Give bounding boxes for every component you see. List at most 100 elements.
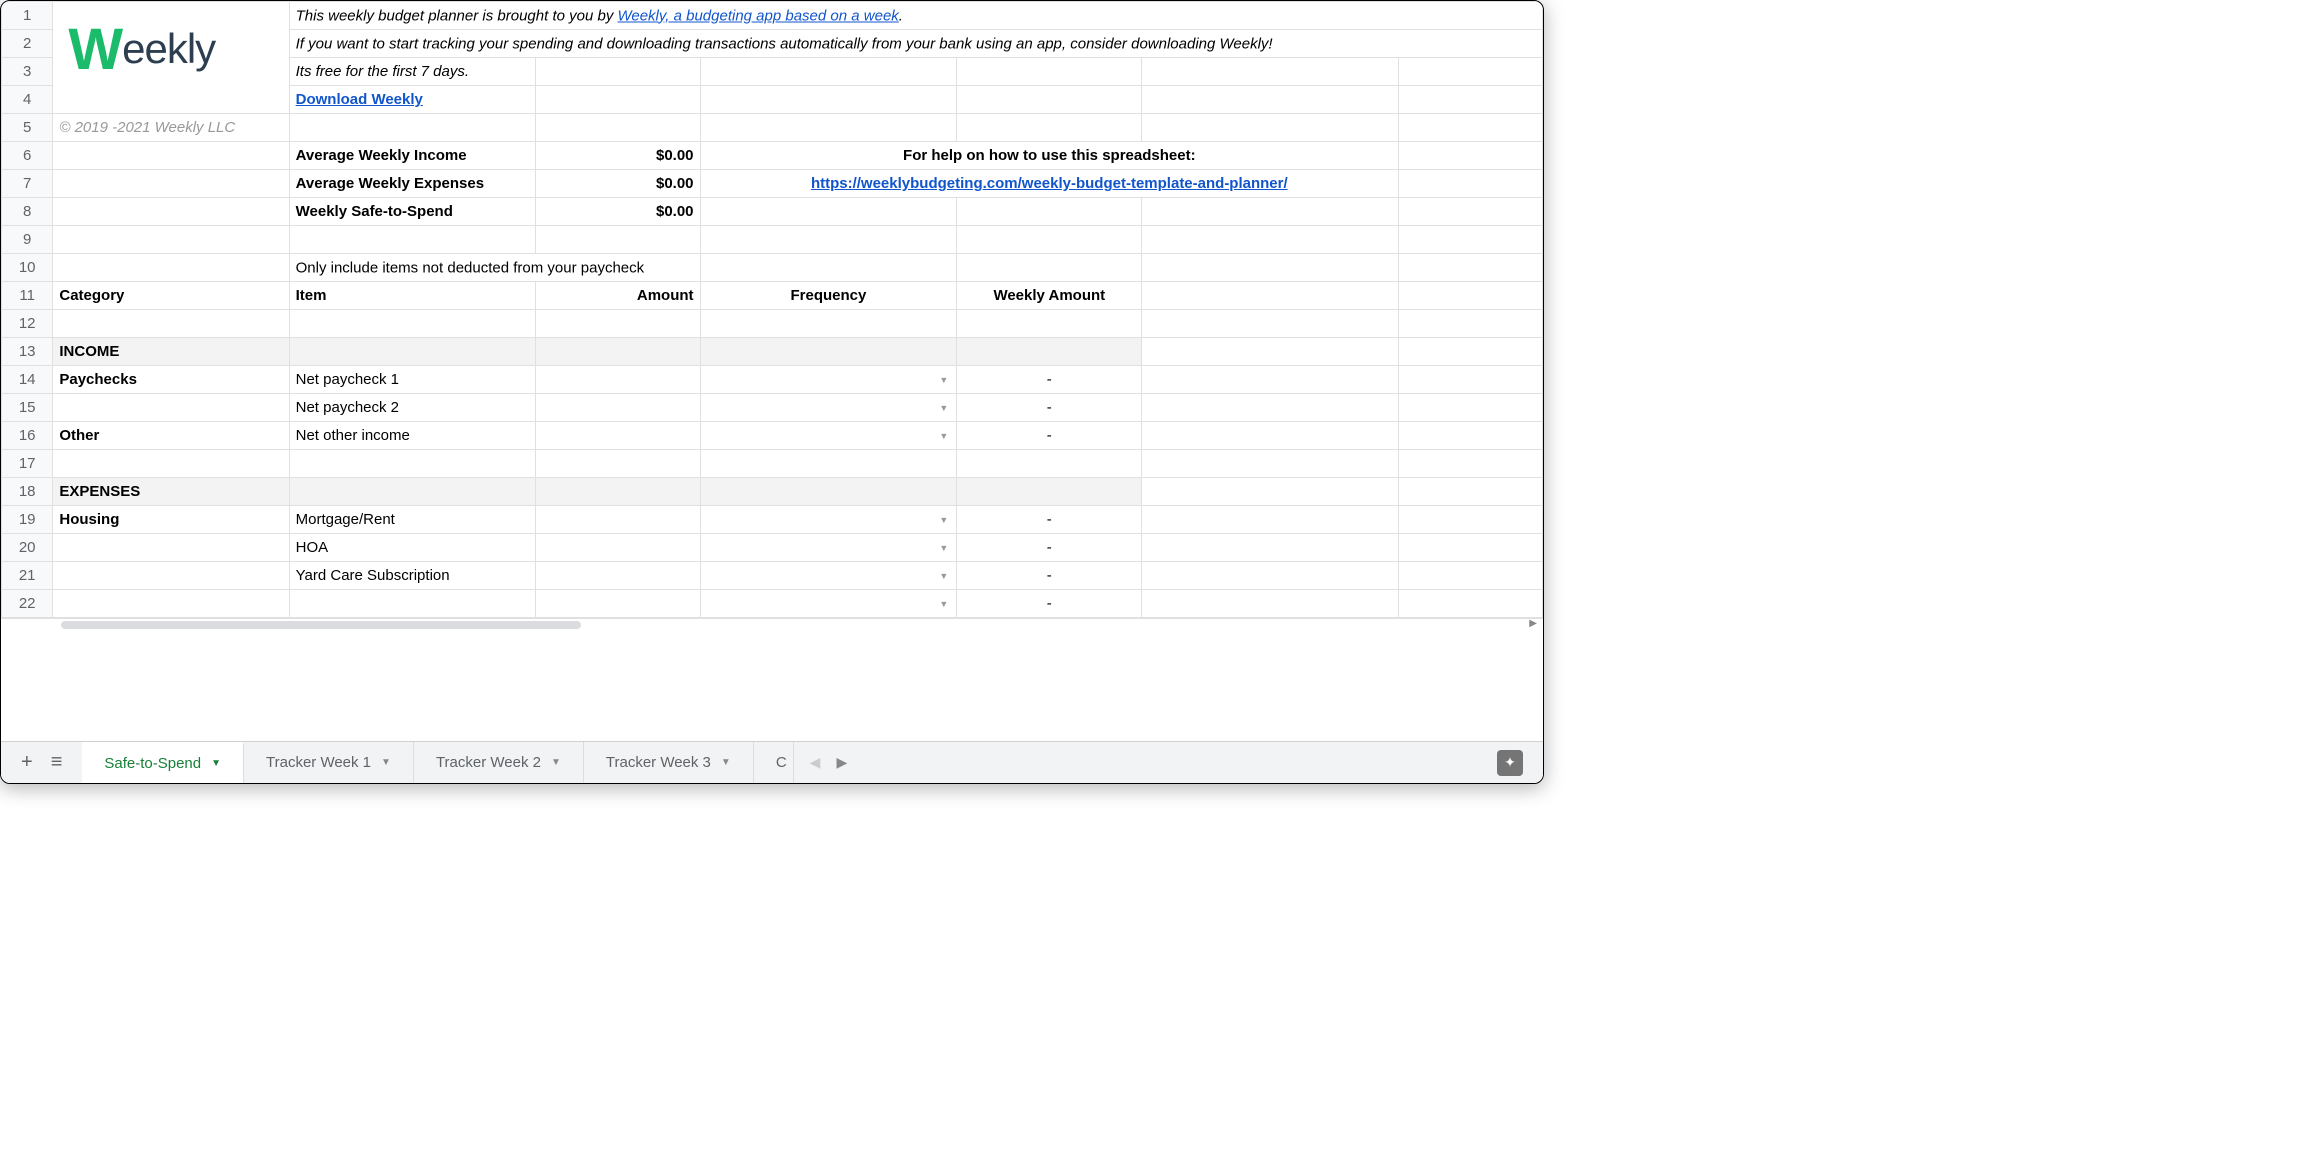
all-sheets-icon[interactable]: ≡ <box>51 751 63 774</box>
frequency-dropdown[interactable] <box>700 366 957 394</box>
tab-label: Tracker Week 1 <box>266 754 371 771</box>
spreadsheet-grid[interactable]: 1 Weekly This weekly budget planner is b… <box>1 1 1543 618</box>
sheet-tabs: Safe-to-Spend ▼ Tracker Week 1 ▼ Tracker… <box>82 742 793 783</box>
row-header[interactable]: 9 <box>2 226 53 254</box>
frequency-dropdown[interactable] <box>700 506 957 534</box>
frequency-dropdown[interactable] <box>700 534 957 562</box>
row-header[interactable]: 14 <box>2 366 53 394</box>
copyright-text: © 2019 -2021 Weekly LLC <box>53 114 289 142</box>
intro-line-2: If you want to start tracking your spend… <box>289 30 1542 58</box>
item-yard[interactable]: Yard Care Subscription <box>289 562 536 590</box>
frequency-dropdown[interactable] <box>700 394 957 422</box>
chevron-down-icon[interactable]: ▼ <box>381 757 391 768</box>
weekly-amount-cell: - <box>957 506 1142 534</box>
intro-suffix: . <box>899 7 903 24</box>
intro-text: This weekly budget planner is brought to… <box>296 7 618 24</box>
row-header[interactable]: 7 <box>2 170 53 198</box>
item-other-income[interactable]: Net other income <box>289 422 536 450</box>
row-header[interactable]: 3 <box>2 58 53 86</box>
row-header[interactable]: 16 <box>2 422 53 450</box>
tab-navigation: ◀ ▶ <box>794 742 864 783</box>
row-header[interactable]: 8 <box>2 198 53 226</box>
help-link[interactable]: https://weeklybudgeting.com/weekly-budge… <box>811 175 1288 192</box>
grid-area: 1 Weekly This weekly budget planner is b… <box>1 1 1543 741</box>
avg-income-value: $0.00 <box>536 142 700 170</box>
add-sheet-icon[interactable]: + <box>21 751 33 774</box>
row-header[interactable]: 22 <box>2 590 53 618</box>
category-other: Other <box>53 422 289 450</box>
row-header[interactable]: 18 <box>2 478 53 506</box>
frequency-dropdown[interactable] <box>700 562 957 590</box>
weekly-amount-cell: - <box>957 394 1142 422</box>
item-paycheck1[interactable]: Net paycheck 1 <box>289 366 536 394</box>
col-frequency: Frequency <box>700 282 957 310</box>
row-header[interactable]: 21 <box>2 562 53 590</box>
scroll-right-icon[interactable]: ▶ <box>1529 618 1537 629</box>
tab-label: Safe-to-Spend <box>104 755 201 772</box>
sheet-tab-bar: + ≡ Safe-to-Spend ▼ Tracker Week 1 ▼ Tra… <box>1 741 1543 783</box>
row-header[interactable]: 17 <box>2 450 53 478</box>
section-expenses: EXPENSES <box>53 478 289 506</box>
col-item: Item <box>289 282 536 310</box>
amount-cell[interactable] <box>536 562 700 590</box>
frequency-dropdown[interactable] <box>700 590 957 618</box>
amount-cell[interactable] <box>536 422 700 450</box>
row-header[interactable]: 2 <box>2 30 53 58</box>
item-hoa[interactable]: HOA <box>289 534 536 562</box>
category-paychecks: Paychecks <box>53 366 289 394</box>
row-header[interactable]: 5 <box>2 114 53 142</box>
scrollbar-thumb[interactable] <box>61 621 581 629</box>
row-header[interactable]: 1 <box>2 2 53 30</box>
weekly-amount-cell: - <box>957 590 1142 618</box>
row-header[interactable]: 10 <box>2 254 53 282</box>
logo-cell: Weekly <box>53 2 289 114</box>
horizontal-scrollbar[interactable]: ▶ <box>1 618 1543 632</box>
weekly-app-link[interactable]: Weekly, a budgeting app based on a week <box>617 7 898 24</box>
download-weekly-link[interactable]: Download Weekly <box>296 91 423 108</box>
amount-cell[interactable] <box>536 534 700 562</box>
tab-tracker-week-2[interactable]: Tracker Week 2 ▼ <box>414 742 584 783</box>
row-header[interactable]: 11 <box>2 282 53 310</box>
row-header[interactable]: 15 <box>2 394 53 422</box>
frequency-dropdown[interactable] <box>700 422 957 450</box>
weekly-amount-cell: - <box>957 366 1142 394</box>
tab-label: Tracker Week 3 <box>606 754 711 771</box>
spreadsheet-window: 1 Weekly This weekly budget planner is b… <box>0 0 1544 784</box>
row-header[interactable]: 20 <box>2 534 53 562</box>
item-paycheck2[interactable]: Net paycheck 2 <box>289 394 536 422</box>
section-income: INCOME <box>53 338 289 366</box>
tab-label: C <box>776 754 787 771</box>
chevron-down-icon[interactable]: ▼ <box>551 757 561 768</box>
amount-cell[interactable] <box>536 394 700 422</box>
col-weekly-amount: Weekly Amount <box>957 282 1142 310</box>
tab-scroll-left-icon[interactable]: ◀ <box>810 754 821 771</box>
category-housing: Housing <box>53 506 289 534</box>
tab-controls: + ≡ <box>11 742 82 783</box>
explore-button[interactable]: ✦ <box>1497 750 1523 776</box>
row-header[interactable]: 4 <box>2 86 53 114</box>
tab-tracker-week-3[interactable]: Tracker Week 3 ▼ <box>584 742 754 783</box>
row-header[interactable]: 12 <box>2 310 53 338</box>
amount-cell[interactable] <box>536 366 700 394</box>
item-mortgage[interactable]: Mortgage/Rent <box>289 506 536 534</box>
intro-line-1: This weekly budget planner is brought to… <box>289 2 1542 30</box>
help-label: For help on how to use this spreadsheet: <box>700 142 1399 170</box>
tab-partial[interactable]: C <box>754 742 794 783</box>
col-amount: Amount <box>536 282 700 310</box>
row-header[interactable]: 13 <box>2 338 53 366</box>
tab-scroll-right-icon[interactable]: ▶ <box>836 754 847 771</box>
sparkle-icon: ✦ <box>1504 754 1516 771</box>
weekly-amount-cell: - <box>957 534 1142 562</box>
amount-cell[interactable] <box>536 590 700 618</box>
avg-expenses-value: $0.00 <box>536 170 700 198</box>
chevron-down-icon[interactable]: ▼ <box>721 757 731 768</box>
tab-tracker-week-1[interactable]: Tracker Week 1 ▼ <box>244 742 414 783</box>
tab-label: Tracker Week 2 <box>436 754 541 771</box>
amount-cell[interactable] <box>536 506 700 534</box>
tab-safe-to-spend[interactable]: Safe-to-Spend ▼ <box>82 742 244 783</box>
chevron-down-icon[interactable]: ▼ <box>211 758 221 769</box>
row-header[interactable]: 19 <box>2 506 53 534</box>
row-header[interactable]: 6 <box>2 142 53 170</box>
weekly-amount-cell: - <box>957 422 1142 450</box>
col-category: Category <box>53 282 289 310</box>
